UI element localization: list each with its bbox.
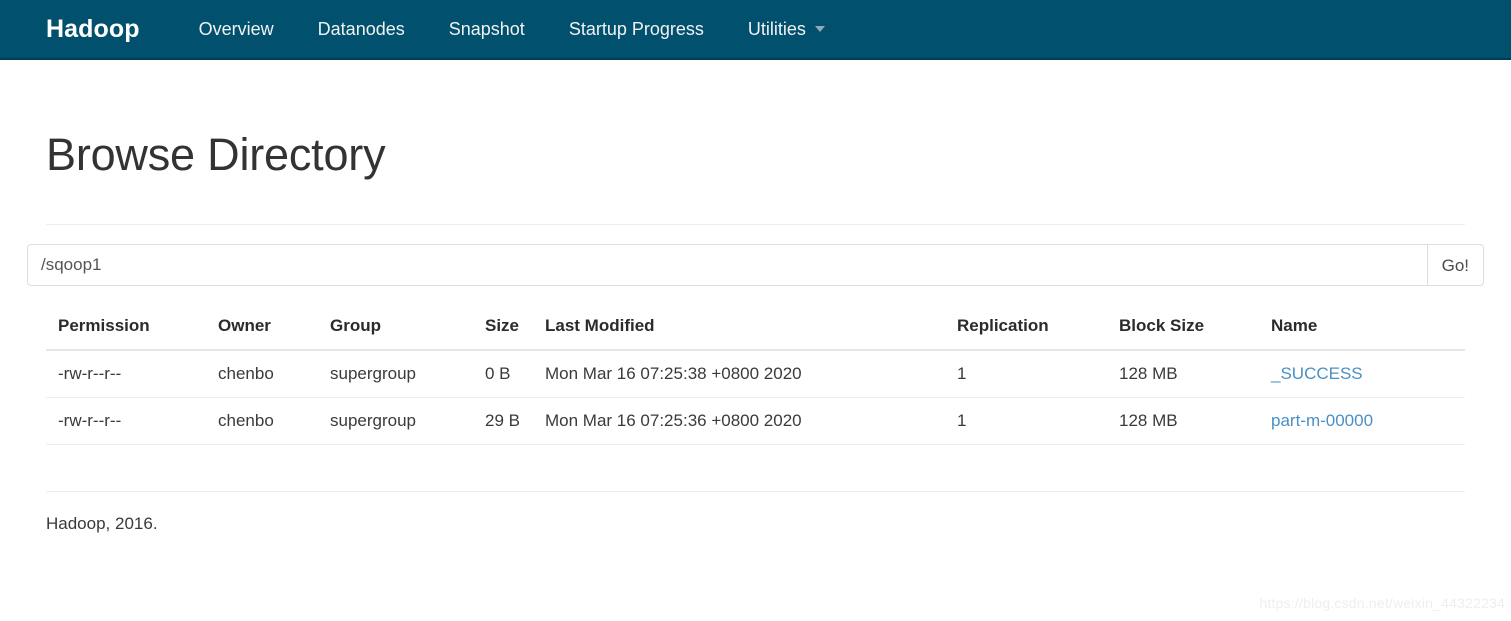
brand-hadoop[interactable]: Hadoop <box>46 16 140 42</box>
cell-replication: 1 <box>945 397 1107 445</box>
go-button[interactable]: Go! <box>1427 244 1484 286</box>
table-body: -rw-r--r-- chenbo supergroup 0 B Mon Mar… <box>46 350 1465 445</box>
footer-text: Hadoop, 2016. <box>46 514 158 533</box>
cell-block-size: 128 MB <box>1107 350 1259 398</box>
column-header-last-modified[interactable]: Last Modified <box>533 308 945 351</box>
path-input-group: Go! <box>27 244 1484 286</box>
nav-item-startup-progress[interactable]: Startup Progress <box>547 20 726 38</box>
cell-name: _SUCCESS <box>1259 350 1465 398</box>
column-header-owner[interactable]: Owner <box>206 308 318 351</box>
nav-item-utilities[interactable]: Utilities <box>726 20 847 38</box>
cell-owner: chenbo <box>206 397 318 445</box>
page-title: Browse Directory <box>46 129 386 180</box>
page-container: Browse Directory Go! Permission Owner Gr… <box>0 132 1511 532</box>
cell-permission: -rw-r--r-- <box>46 350 206 398</box>
column-header-permission[interactable]: Permission <box>46 308 206 351</box>
top-navbar: Hadoop Overview Datanodes Snapshot Start… <box>0 0 1511 60</box>
title-divider <box>46 224 1465 225</box>
cell-permission: -rw-r--r-- <box>46 397 206 445</box>
cell-last-modified: Mon Mar 16 07:25:38 +0800 2020 <box>533 350 945 398</box>
column-header-name[interactable]: Name <box>1259 308 1465 351</box>
file-link[interactable]: part-m-00000 <box>1271 411 1373 430</box>
table-row: -rw-r--r-- chenbo supergroup 0 B Mon Mar… <box>46 350 1465 398</box>
cell-group: supergroup <box>318 397 473 445</box>
path-input[interactable] <box>27 244 1428 286</box>
column-header-replication[interactable]: Replication <box>945 308 1107 351</box>
nav-items: Overview Datanodes Snapshot Startup Prog… <box>177 20 847 38</box>
table-row: -rw-r--r-- chenbo supergroup 29 B Mon Ma… <box>46 397 1465 445</box>
nav-item-overview[interactable]: Overview <box>177 20 296 38</box>
cell-block-size: 128 MB <box>1107 397 1259 445</box>
nav-item-datanodes[interactable]: Datanodes <box>296 20 427 38</box>
watermark: https://blog.csdn.net/weixin_44322234 <box>1259 595 1505 611</box>
file-link[interactable]: _SUCCESS <box>1271 364 1363 383</box>
directory-listing-table: Permission Owner Group Size Last Modifie… <box>46 308 1465 445</box>
table-header: Permission Owner Group Size Last Modifie… <box>46 308 1465 351</box>
nav-item-utilities-label: Utilities <box>747 19 806 39</box>
cell-size: 0 B <box>473 350 533 398</box>
column-header-size[interactable]: Size <box>473 308 533 351</box>
nav-item-overview-label: Overview <box>198 19 274 39</box>
cell-group: supergroup <box>318 350 473 398</box>
cell-name: part-m-00000 <box>1259 397 1465 445</box>
nav-item-snapshot-label: Snapshot <box>448 19 525 39</box>
chevron-down-icon <box>814 26 825 32</box>
cell-replication: 1 <box>945 350 1107 398</box>
nav-item-datanodes-label: Datanodes <box>317 19 405 39</box>
column-header-block-size[interactable]: Block Size <box>1107 308 1259 351</box>
nav-item-snapshot[interactable]: Snapshot <box>427 20 547 38</box>
column-header-group[interactable]: Group <box>318 308 473 351</box>
cell-owner: chenbo <box>206 350 318 398</box>
cell-size: 29 B <box>473 397 533 445</box>
nav-item-startup-progress-label: Startup Progress <box>568 19 704 39</box>
footer-divider <box>46 491 1465 492</box>
cell-last-modified: Mon Mar 16 07:25:36 +0800 2020 <box>533 397 945 445</box>
table-header-row: Permission Owner Group Size Last Modifie… <box>46 308 1465 351</box>
